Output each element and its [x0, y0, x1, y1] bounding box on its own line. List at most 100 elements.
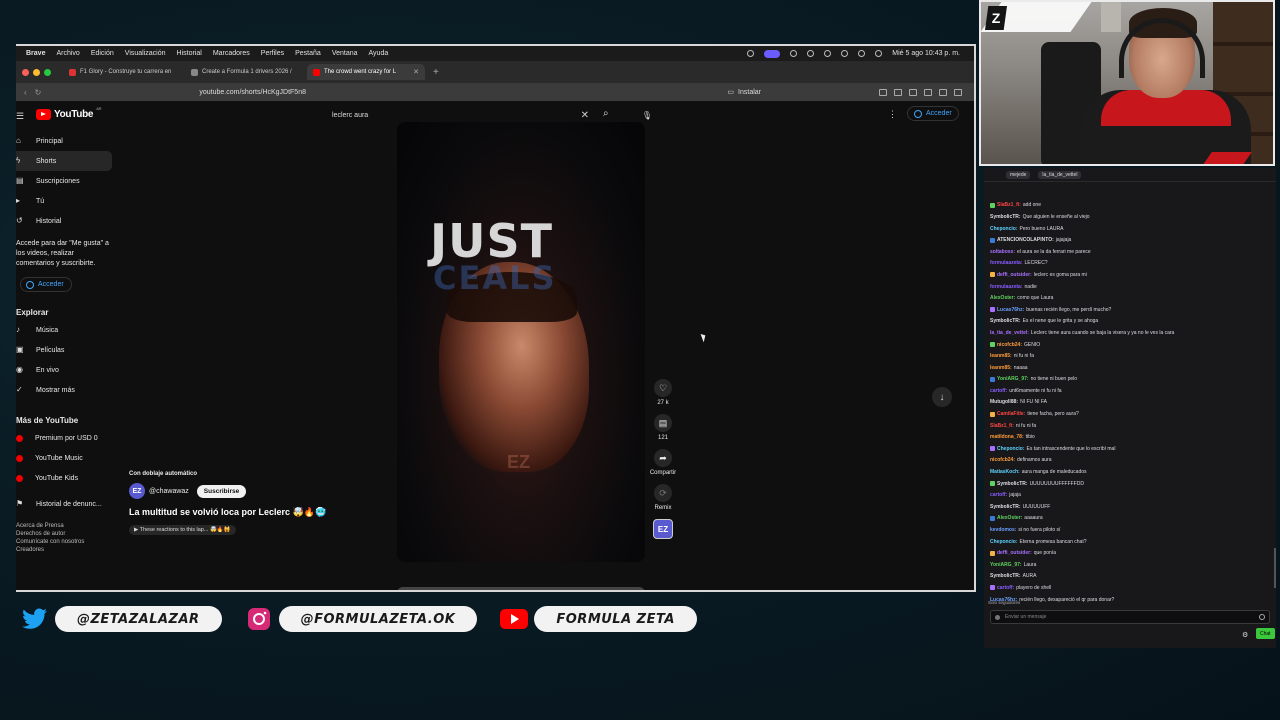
- menu-ventana[interactable]: Ventana: [332, 50, 358, 57]
- sidebar-item-youtube-kids[interactable]: YouTube Kids: [16, 468, 112, 488]
- chat-username[interactable]: CamilaFitle:: [997, 411, 1025, 417]
- hamburger-menu-icon[interactable]: ☰: [16, 111, 24, 122]
- menu-brand[interactable]: Brave: [26, 50, 45, 57]
- media-icon[interactable]: [790, 50, 798, 57]
- reload-icon[interactable]: ↻: [35, 88, 42, 97]
- chat-username[interactable]: Mutugoll88:: [990, 399, 1018, 405]
- chat-username[interactable]: cartoff:: [990, 388, 1007, 394]
- footer-link[interactable]: Comunícate con nosotros: [16, 538, 112, 546]
- chat-username[interactable]: SymbolicTR:: [997, 481, 1028, 487]
- chat-username[interactable]: SymbolicTR:: [990, 504, 1021, 510]
- chat-username[interactable]: Cheponcio:: [997, 446, 1025, 452]
- install-button[interactable]: ▭ Instalar: [727, 88, 761, 97]
- url-field[interactable]: youtube.com/shorts/HcKgJDtF5n8: [199, 89, 306, 96]
- chat-send-button[interactable]: Chat: [1256, 628, 1275, 639]
- chat-username[interactable]: MatiasKoch:: [990, 469, 1020, 475]
- audio-channel-thumb[interactable]: EZ: [653, 519, 673, 539]
- next-short-preview[interactable]: [397, 587, 645, 590]
- sidebar-item-report-history[interactable]: ⚑ Historial de denunc...: [16, 494, 112, 514]
- menu-edicion[interactable]: Edición: [91, 50, 114, 57]
- music-icon[interactable]: [894, 88, 902, 96]
- status-icon[interactable]: [747, 50, 755, 57]
- sidebar-item-premium[interactable]: Premium por USD 0: [16, 428, 112, 448]
- chat-username[interactable]: SlaBz1_fi:: [997, 202, 1021, 208]
- youtube-logo[interactable]: YouTube AR: [36, 106, 101, 120]
- menu-archivo[interactable]: Archivo: [56, 50, 79, 57]
- menu-perfiles[interactable]: Perfiles: [261, 50, 284, 57]
- new-tab-button[interactable]: +: [433, 67, 439, 78]
- vpn-icon[interactable]: [939, 88, 947, 96]
- channel-name[interactable]: @chawawaz: [149, 488, 189, 495]
- sidebar-item-shorts[interactable]: ϟ Shorts: [16, 151, 112, 171]
- chat-username[interactable]: SlaBz1_fi:: [990, 423, 1014, 429]
- control-center-icon[interactable]: [875, 50, 883, 57]
- chat-username[interactable]: formulaazeta:: [990, 260, 1023, 266]
- sidebar-item-principal[interactable]: ⌂ Principal: [16, 131, 112, 151]
- chat-scrollbar[interactable]: [1274, 548, 1276, 588]
- menu-icon[interactable]: [954, 88, 962, 96]
- microphone-icon[interactable]: 🎙: [640, 108, 654, 122]
- next-short-arrow-icon[interactable]: ↓: [932, 387, 952, 407]
- sidebar-item-tu[interactable]: ▸ Tú: [16, 191, 112, 211]
- sidebar-item-mostrar-mas[interactable]: ✓ Mostrar más: [16, 380, 112, 400]
- short-title[interactable]: La multitud se volvió loca por Leclerc 🤯…: [129, 507, 389, 518]
- chat-username[interactable]: deffi_outsider:: [997, 272, 1032, 278]
- chat-username[interactable]: SymbolicTR:: [990, 318, 1021, 324]
- wallet-icon[interactable]: [924, 88, 932, 96]
- share-button[interactable]: ➦: [654, 449, 672, 467]
- chat-username[interactable]: leanm85:: [990, 365, 1012, 371]
- tab-f1-glory[interactable]: F1 Glory - Construye tu carrera en: [63, 64, 181, 80]
- close-window-button[interactable]: [22, 68, 29, 76]
- minimize-window-button[interactable]: [33, 68, 40, 76]
- chat-username[interactable]: Lucas76hz:: [997, 307, 1024, 313]
- sidebar-item-historial[interactable]: ↺ Historial: [16, 211, 112, 231]
- chat-username[interactable]: YoniARG_97:: [990, 562, 1022, 568]
- battery-icon[interactable]: [824, 50, 832, 57]
- chat-pinned-user[interactable]: mejede: [1006, 170, 1031, 179]
- chat-username[interactable]: soltaboss:: [990, 249, 1015, 255]
- like-button[interactable]: ♡: [654, 379, 672, 397]
- chat-username[interactable]: matildona_78:: [990, 434, 1024, 440]
- sidebar-item-peliculas[interactable]: ▣ Películas: [16, 340, 112, 360]
- menu-visualizacion[interactable]: Visualización: [125, 50, 166, 57]
- close-tab-icon[interactable]: ✕: [413, 68, 419, 76]
- comments-button[interactable]: ▤: [654, 414, 672, 432]
- record-icon[interactable]: [807, 50, 815, 57]
- sign-in-button[interactable]: Acceder: [907, 106, 959, 121]
- chat-username[interactable]: Cheponcio:: [990, 539, 1018, 545]
- chat-username[interactable]: YoniARG_97:: [997, 376, 1029, 382]
- chat-username[interactable]: AlexOster:: [990, 295, 1015, 301]
- chat-settings-gear-icon[interactable]: ⚙: [1242, 631, 1248, 639]
- chat-username[interactable]: SymbolicTR:: [990, 214, 1021, 220]
- menu-marcadores[interactable]: Marcadores: [213, 50, 250, 57]
- chat-username[interactable]: nicofcb24:: [997, 342, 1022, 348]
- spotlight-icon[interactable]: [858, 50, 866, 57]
- sidebar-item-youtube-music[interactable]: YouTube Music: [16, 448, 112, 468]
- menubar-clock[interactable]: Mié 5 ago 10:43 p. m.: [892, 50, 960, 57]
- subscribe-button[interactable]: Suscribirse: [196, 484, 247, 498]
- maximize-window-button[interactable]: [44, 68, 51, 76]
- chat-username[interactable]: cartoff:: [990, 492, 1007, 498]
- sidebar-sign-in-button[interactable]: Acceder: [20, 277, 72, 292]
- search-icon[interactable]: ⌕: [603, 108, 609, 119]
- chat-username[interactable]: AlexOster:: [997, 515, 1022, 521]
- chat-username[interactable]: cartoff:: [997, 585, 1014, 591]
- chat-username[interactable]: SymbolicTR:: [990, 573, 1021, 579]
- chat-message-input[interactable]: Enviar un mensaje: [990, 610, 1270, 624]
- sidebar-item-suscripciones[interactable]: ▤ Suscripciones: [16, 171, 112, 191]
- chat-username[interactable]: Cheponcio:: [990, 226, 1018, 232]
- more-options-icon[interactable]: ⋮: [888, 109, 897, 120]
- back-icon[interactable]: ‹: [24, 88, 27, 97]
- clear-search-icon[interactable]: ✕: [581, 110, 589, 121]
- sidebar-icon[interactable]: [879, 88, 887, 96]
- menu-historial[interactable]: Historial: [177, 50, 202, 57]
- chat-username[interactable]: kevdomos:: [990, 527, 1016, 533]
- remix-button[interactable]: ⟳: [654, 484, 672, 502]
- tab-create-formula[interactable]: Create a Formula 1 drivers 2026 /: [185, 64, 303, 80]
- extensions-icon[interactable]: [909, 88, 917, 96]
- chat-username[interactable]: formulaazeta:: [990, 284, 1023, 290]
- sidebar-item-musica[interactable]: ♪ Música: [16, 320, 112, 340]
- chat-username[interactable]: ATENCIONCOLAPINTO:: [997, 237, 1054, 243]
- chat-pinned-user[interactable]: la_tia_de_vettel: [1038, 170, 1082, 179]
- chat-username[interactable]: la_tia_de_vettel:: [990, 330, 1029, 336]
